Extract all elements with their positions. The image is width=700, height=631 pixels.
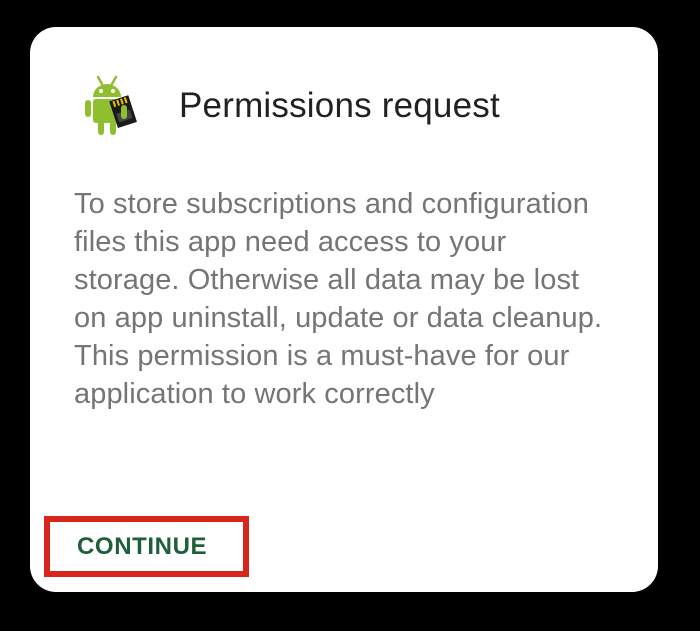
- dialog-actions: CONTINUE: [44, 516, 249, 577]
- dialog-message: To store subscriptions and configuration…: [74, 188, 603, 410]
- permissions-dialog: Permissions request To store subscriptio…: [30, 27, 658, 592]
- dialog-title: Permissions request: [179, 85, 500, 125]
- continue-button[interactable]: CONTINUE: [44, 516, 249, 577]
- android-sdcard-icon: [85, 75, 137, 135]
- dialog-header: Permissions request: [83, 71, 500, 139]
